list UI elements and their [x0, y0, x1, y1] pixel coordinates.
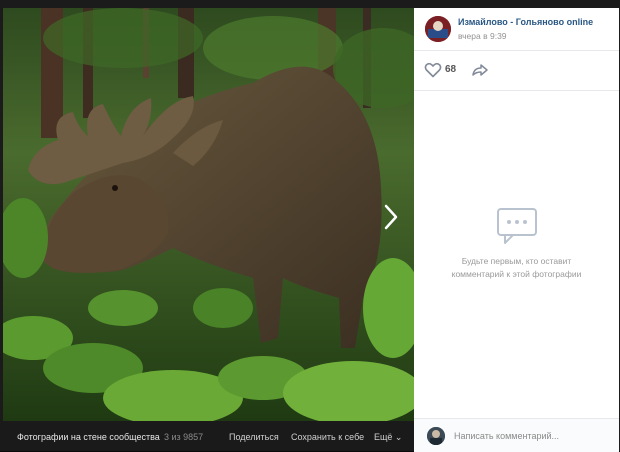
heart-icon[interactable] — [424, 62, 442, 78]
save-button[interactable]: Сохранить к себе — [291, 432, 364, 442]
photo-counter: 3 из 9857 — [164, 432, 204, 442]
post-header: Измайлово - Гольяново online вчера в 9:3… — [414, 8, 619, 51]
side-panel: Измайлово - Гольяново online вчера в 9:3… — [414, 8, 619, 452]
album-title[interactable]: Фотографии на стене сообщества — [17, 432, 160, 442]
share-arrow-icon[interactable] — [471, 62, 489, 78]
empty-comments-line-2: комментарий к этой фотографии — [451, 269, 582, 279]
chevron-right-icon[interactable] — [380, 200, 402, 234]
photo-viewer: Фотографии на стене сообщества 3 из 9857… — [0, 0, 620, 452]
empty-comments-line-1: Будьте первым, кто оставит — [461, 256, 572, 266]
comment-bubble-icon — [497, 208, 537, 244]
group-avatar[interactable] — [425, 16, 451, 42]
photo-bottom-bar: Фотографии на стене сообщества 3 из 9857… — [0, 421, 414, 451]
comment-bar — [414, 418, 619, 452]
more-button[interactable]: Ещё ⌄ — [374, 432, 402, 443]
group-avatar-image — [425, 16, 451, 42]
photo[interactable] — [3, 8, 414, 421]
user-avatar-image — [427, 427, 445, 445]
user-avatar[interactable] — [427, 427, 445, 445]
group-name[interactable]: Измайлово - Гольяново online — [458, 17, 593, 27]
comment-input[interactable] — [454, 428, 609, 444]
post-actions: 68 — [414, 50, 619, 91]
moose-photo — [3, 8, 414, 421]
post-time[interactable]: вчера в 9:39 — [458, 31, 507, 41]
share-button[interactable]: Поделиться — [229, 432, 279, 442]
empty-comments-text: Будьте первым, кто оставит комментарий к… — [424, 255, 609, 281]
like-count: 68 — [445, 64, 457, 75]
